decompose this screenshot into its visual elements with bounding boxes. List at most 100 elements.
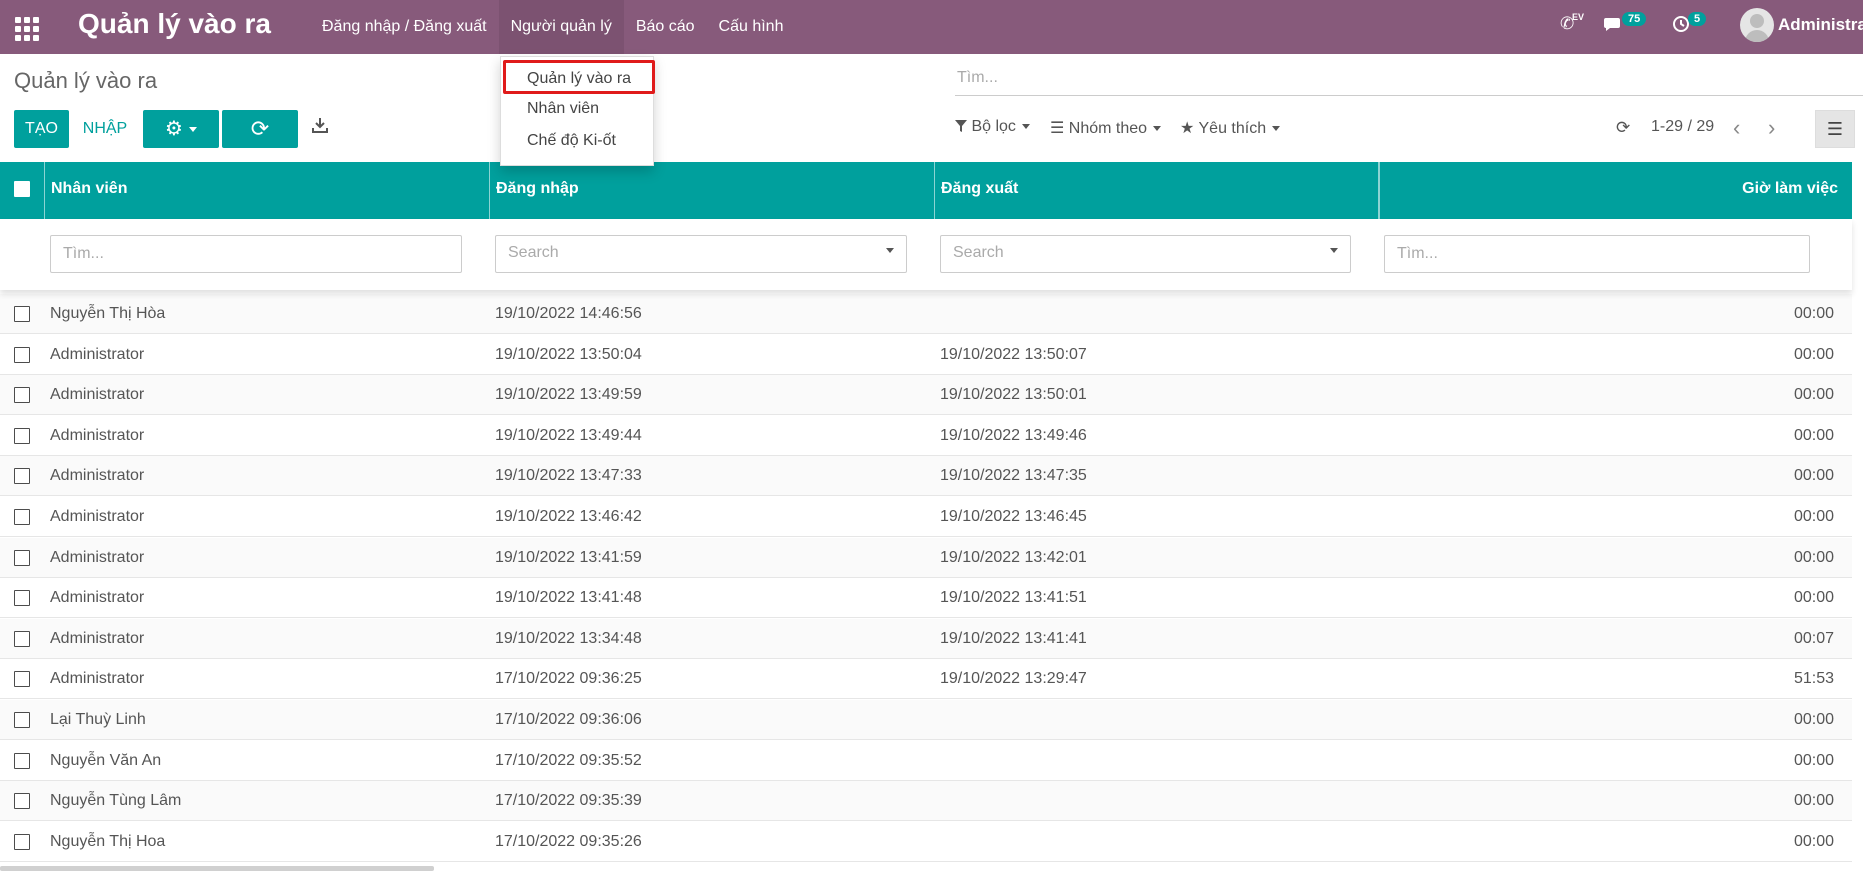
menu-checkin-checkout[interactable]: Đăng nhập / Đăng xuất <box>310 0 499 54</box>
worked-hours-cell: 00:00 <box>1793 751 1834 769</box>
row-checkbox[interactable] <box>14 752 30 769</box>
horizontal-scrollbar[interactable] <box>0 866 434 871</box>
create-button[interactable]: TẠO <box>14 110 69 148</box>
row-checkbox[interactable] <box>14 509 30 525</box>
employee-cell: Administrator <box>50 629 145 647</box>
table-row[interactable]: Administrator 19/10/2022 13:49:59 19/10/20… <box>0 375 1852 416</box>
row-checkbox[interactable] <box>14 630 30 647</box>
table-row[interactable]: Administrator 19/10/2022 13:46:42 19/10/20… <box>0 497 1852 537</box>
check-out-filter-select[interactable]: Search <box>940 235 1351 273</box>
row-checkbox[interactable] <box>14 793 30 810</box>
row-checkbox[interactable] <box>14 346 30 363</box>
select-all-checkbox[interactable] <box>14 181 30 197</box>
check-in-cell: 19/10/2022 13:34:48 <box>495 629 642 647</box>
menu-configuration[interactable]: Cấu hình <box>707 0 796 54</box>
check-in-filter-select[interactable]: Search <box>495 235 907 273</box>
search-input[interactable] <box>955 62 1863 94</box>
refresh-button[interactable]: ⟳ <box>222 110 298 148</box>
table-row[interactable]: Administrator 19/10/2022 13:41:48 19/10/20… <box>0 578 1852 619</box>
row-checkbox[interactable] <box>14 671 30 688</box>
worked-hours-cell: 00:07 <box>1793 629 1834 647</box>
table-row[interactable]: Administrator 19/10/2022 13:34:48 19/10/20… <box>0 618 1852 659</box>
table-row[interactable]: Nguyễn Thị Hoa 17/10/2022 09:35:26 00:00 <box>0 822 1852 862</box>
pager-refresh-icon[interactable]: ⟳ <box>1616 118 1630 138</box>
messages-badge: 75 <box>1622 12 1647 26</box>
table-row[interactable]: Lại Thuỳ Linh 17/10/2022 09:36:06 00:00 <box>0 700 1852 740</box>
check-out-cell: 19/10/2022 13:41:51 <box>940 589 1087 607</box>
employee-cell: Administrator <box>50 589 145 607</box>
user-avatar[interactable] <box>1740 8 1774 42</box>
row-checkbox[interactable] <box>14 712 30 728</box>
row-checkbox[interactable] <box>14 833 30 850</box>
table-row[interactable]: Administrator 19/10/2022 13:49:44 19/10/20… <box>0 416 1852 456</box>
check-in-cell: 17/10/2022 09:36:06 <box>495 711 642 728</box>
employee-cell: Administrator <box>50 548 145 566</box>
check-out-cell: 19/10/2022 13:29:47 <box>940 670 1087 688</box>
favorites-toggle[interactable]: ★ Yêu thích <box>1180 118 1281 138</box>
row-checkbox[interactable] <box>14 549 30 566</box>
filter-label: Bộ lọc <box>971 118 1016 135</box>
table-row[interactable]: Administrator 17/10/2022 09:36:25 19/10/20… <box>0 659 1852 700</box>
table-row[interactable]: Administrator 19/10/2022 13:41:59 19/10/20… <box>0 537 1852 578</box>
dropdown-item-employees[interactable]: Nhân viên <box>527 100 599 118</box>
apps-menu-icon[interactable] <box>12 13 40 41</box>
pager-prev-icon[interactable]: ‹ <box>1733 115 1740 141</box>
search-bar[interactable] <box>955 62 1863 96</box>
menu-manager[interactable]: Người quản lý <box>498 0 624 54</box>
table-row[interactable]: Nguyễn Thị Hòa 19/10/2022 14:46:56 00:00 <box>0 294 1852 334</box>
check-in-cell: 19/10/2022 14:46:56 <box>495 305 642 322</box>
check-out-cell: 19/10/2022 13:49:46 <box>940 426 1087 444</box>
dropdown-item-attendance-management[interactable]: Quản lý vào ra <box>527 70 631 88</box>
check-in-cell: 19/10/2022 13:47:33 <box>495 467 642 485</box>
check-out-cell: 19/10/2022 13:41:41 <box>940 629 1087 647</box>
worked-hours-cell: 00:00 <box>1793 792 1834 810</box>
row-checkbox[interactable] <box>14 427 30 444</box>
row-checkbox[interactable] <box>14 306 30 322</box>
chevron-down-icon <box>886 248 894 253</box>
row-checkbox[interactable] <box>14 387 30 404</box>
user-menu-name[interactable]: Administrator <box>1778 15 1863 35</box>
employee-filter-input[interactable] <box>50 235 462 273</box>
breadcrumb: Quản lý vào ra <box>14 68 158 93</box>
worked-hours-cell: 00:00 <box>1793 832 1834 850</box>
filter-toggle[interactable]: Bộ lọc <box>955 118 1030 136</box>
action-gear-button[interactable]: ⚙ <box>143 110 219 148</box>
column-employee[interactable]: Nhân viên <box>44 162 490 219</box>
group-by-toggle[interactable]: ☰ Nhóm theo <box>1050 118 1162 138</box>
export-download-icon[interactable] <box>310 116 330 138</box>
import-button[interactable]: NHẬP <box>75 110 135 148</box>
dropdown-item-kiosk-mode[interactable]: Chế độ Ki-ốt <box>527 132 616 150</box>
check-in-cell: 17/10/2022 09:35:52 <box>495 751 642 769</box>
list-view-icon[interactable]: ☰ <box>1815 110 1855 148</box>
gear-icon: ⚙ <box>165 118 183 140</box>
pager-value[interactable]: 1-29 / 29 <box>1651 118 1714 136</box>
row-checkbox[interactable] <box>14 468 30 485</box>
table-row[interactable]: Administrator 19/10/2022 13:47:33 19/10/20… <box>0 456 1852 497</box>
employee-cell: Administrator <box>50 670 145 688</box>
filter-icon <box>955 120 967 132</box>
menu-reporting[interactable]: Báo cáo <box>624 0 707 54</box>
column-check-out[interactable]: Đăng xuất <box>935 162 1379 219</box>
table-row[interactable]: Nguyễn Tùng Lâm 17/10/2022 09:35:39 00:00 <box>0 781 1852 822</box>
table-row[interactable]: Nguyễn Văn An 17/10/2022 09:35:52 00:00 <box>0 741 1852 781</box>
column-worked-hours[interactable]: Giờ làm việc <box>1379 162 1852 219</box>
worked-hours-filter-input[interactable] <box>1384 235 1810 273</box>
favorites-label: Yêu thích <box>1198 120 1267 137</box>
worked-hours-cell: 00:00 <box>1793 426 1834 444</box>
check-in-cell: 19/10/2022 13:41:48 <box>495 589 642 607</box>
pager-next-icon[interactable]: › <box>1768 115 1775 141</box>
table-row[interactable]: Administrator 19/10/2022 13:50:04 19/10/20… <box>0 335 1852 375</box>
employee-cell: Administrator <box>50 345 145 363</box>
employee-cell: Nguyễn Tùng Lâm <box>50 792 182 810</box>
employee-cell: Nguyễn Văn An <box>50 751 162 769</box>
activities-badge: 5 <box>1688 12 1707 26</box>
app-brand[interactable]: Quản lý vào ra <box>78 8 271 40</box>
check-in-cell: 19/10/2022 13:46:42 <box>495 508 642 525</box>
check-out-cell: 19/10/2022 13:50:01 <box>940 386 1087 404</box>
check-in-cell: 19/10/2022 13:50:04 <box>495 345 642 363</box>
check-in-cell: 19/10/2022 13:41:59 <box>495 548 642 566</box>
check-out-cell: 19/10/2022 13:50:07 <box>940 345 1087 363</box>
check-in-filter-placeholder: Search <box>508 244 559 261</box>
column-check-in[interactable]: Đăng nhập <box>490 162 935 219</box>
row-checkbox[interactable] <box>14 590 30 607</box>
